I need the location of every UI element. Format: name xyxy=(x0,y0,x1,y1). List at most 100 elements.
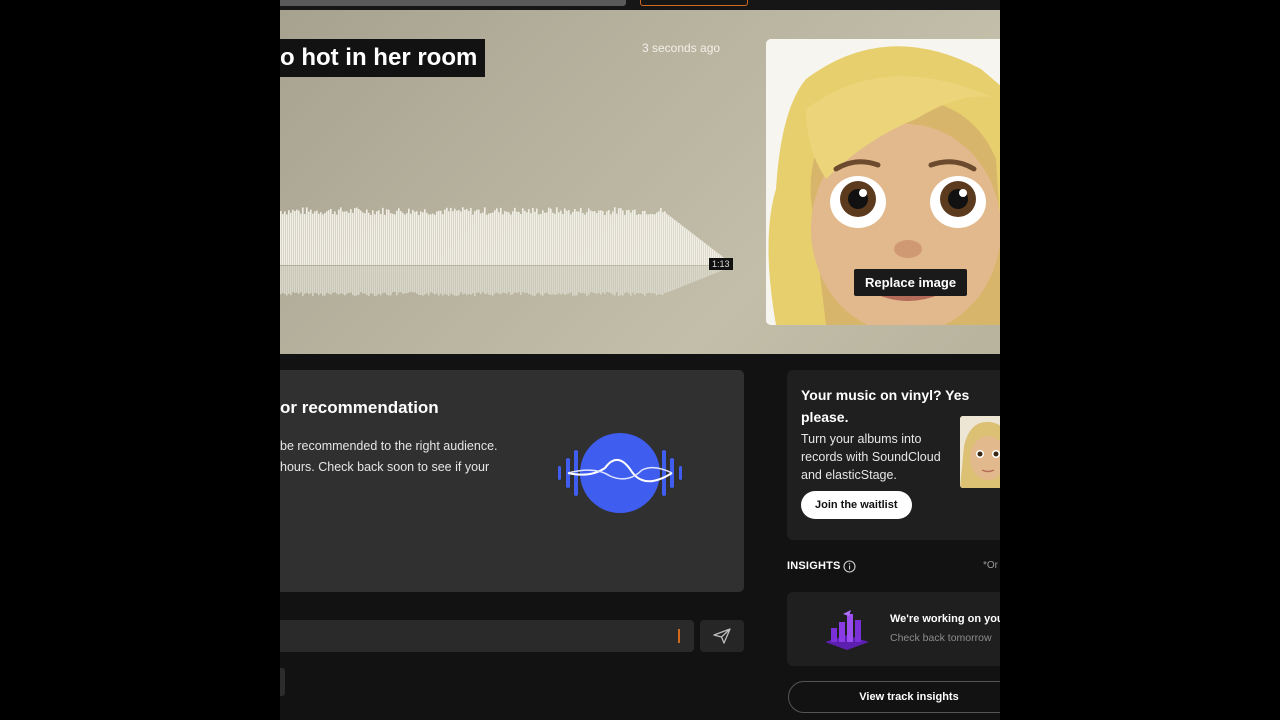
waveform-bar-top xyxy=(286,214,288,265)
waveform-bar-top xyxy=(680,224,682,265)
waveform-bar-top xyxy=(618,208,620,265)
waveform-bar-top xyxy=(466,208,468,265)
woman-face-icon xyxy=(960,416,1000,488)
recommendation-title: or recommendation xyxy=(280,398,439,417)
waveform-bar-top xyxy=(606,211,608,265)
waveform-bar-bottom xyxy=(660,266,662,295)
send-comment-button[interactable] xyxy=(700,620,744,652)
waveform-bar-top xyxy=(550,208,552,265)
waveform-bar-top xyxy=(614,207,616,265)
insights-card: We're working on you Check back tomorrow xyxy=(787,592,1000,666)
waveform-bar-bottom xyxy=(522,266,524,293)
waveform-bar-bottom xyxy=(596,266,598,295)
replace-image-button[interactable]: Replace image xyxy=(854,269,968,296)
waveform-bar-bottom xyxy=(518,266,520,293)
waveform-bar-bottom xyxy=(578,266,580,293)
waveform-bar-bottom xyxy=(566,266,568,295)
waveform-bar-bottom xyxy=(488,266,490,295)
waveform-bar-top xyxy=(470,207,472,265)
waveform-bar-top xyxy=(582,213,584,265)
waveform-bar-top xyxy=(322,214,324,265)
waveform-bar-bottom xyxy=(472,266,474,294)
waveform-bar-top xyxy=(480,213,482,265)
waveform-bar-bottom xyxy=(374,266,376,296)
waveform-bar-top xyxy=(646,214,648,265)
waveform-bar-bottom xyxy=(302,266,304,296)
waveform-bar-bottom xyxy=(516,266,518,293)
waveform-bar-top xyxy=(630,212,632,265)
waveform-bar-bottom xyxy=(378,266,380,294)
info-icon[interactable] xyxy=(843,560,856,573)
view-track-insights-button[interactable]: View track insights xyxy=(788,681,1000,713)
waveform-bar-top xyxy=(418,214,420,265)
waveform-bar-bottom xyxy=(458,266,460,296)
waveform-bar-bottom xyxy=(614,266,616,296)
track-title: o hot in her room xyxy=(280,39,486,77)
waveform-bar-top xyxy=(596,213,598,265)
waveform-bar-top xyxy=(472,214,474,265)
waveform-bar-bottom xyxy=(486,266,488,294)
waveform-bar-bottom xyxy=(428,266,430,296)
waveform-bar-bottom xyxy=(500,266,502,295)
waveform-bar-bottom xyxy=(610,266,612,294)
waveform-bar-bottom xyxy=(580,266,582,294)
waveform-bar-top xyxy=(544,212,546,265)
waveform-bar-bottom xyxy=(446,266,448,295)
waveform-bar-bottom xyxy=(634,266,636,295)
waveform-bar-bottom xyxy=(416,266,418,294)
waveform-bar-top xyxy=(688,230,690,265)
waveform-bar-top xyxy=(394,214,396,265)
waveform-bar-bottom xyxy=(524,266,526,294)
waveform-bar-top xyxy=(300,213,302,265)
waveform-bar-top xyxy=(502,214,504,265)
waveform-bar-top xyxy=(644,210,646,265)
waveform-bar-top xyxy=(368,212,370,265)
waveform-bar-top xyxy=(400,211,402,265)
waveform-bar-bottom xyxy=(642,266,644,295)
side-handle[interactable] xyxy=(280,668,285,696)
waveform-bar-top xyxy=(364,213,366,265)
comment-input[interactable] xyxy=(280,620,694,652)
waveform-bar-top xyxy=(534,211,536,265)
waveform-bar-bottom xyxy=(364,266,366,294)
waveform[interactable] xyxy=(280,205,732,305)
waveform-bar-top xyxy=(462,207,464,265)
waveform-bar-top xyxy=(522,208,524,265)
waveform-bar-top xyxy=(512,211,514,265)
waveform-bar-top xyxy=(344,211,346,265)
waveform-bar-top xyxy=(406,213,408,265)
waveform-bar-bottom xyxy=(442,266,444,296)
waveform-bar-top xyxy=(420,211,422,265)
waveform-bar-bottom xyxy=(296,266,298,293)
waveform-bar-top xyxy=(398,208,400,265)
waveform-bar-bottom xyxy=(564,266,566,295)
waveform-bar-top xyxy=(440,210,442,265)
waveform-bar-bottom xyxy=(450,266,452,294)
waveform-bar-top xyxy=(526,212,528,265)
waveform-bar-bottom xyxy=(696,266,698,281)
waveform-bar-top xyxy=(676,221,678,265)
waveform-bar-top xyxy=(448,211,450,265)
waveform-bar-top xyxy=(378,210,380,265)
waveform-bar-top xyxy=(620,208,622,265)
waveform-bar-top xyxy=(404,214,406,265)
waveform-bar-bottom xyxy=(464,266,466,294)
waveform-bar-bottom xyxy=(290,266,292,296)
waveform-bar-top xyxy=(592,211,594,265)
waveform-bar-bottom xyxy=(476,266,478,293)
nav-upload-segment[interactable] xyxy=(640,0,748,6)
nav-search-segment[interactable] xyxy=(280,0,626,6)
waveform-bar-top xyxy=(496,208,498,265)
waveform-bar-bottom xyxy=(342,266,344,294)
waveform-bar-bottom xyxy=(630,266,632,296)
track-page: o hot in her room 3 seconds ago 1:13 Rep… xyxy=(280,0,1000,720)
waveform-bar-top xyxy=(362,212,364,265)
join-waitlist-button[interactable]: Join the waitlist xyxy=(801,491,912,519)
waveform-bar-top xyxy=(492,212,494,265)
waveform-bar-top xyxy=(540,213,542,265)
waveform-bar-bottom xyxy=(502,266,504,293)
waveform-bar-bottom xyxy=(582,266,584,293)
waveform-bar-bottom xyxy=(452,266,454,295)
waveform-bar-bottom xyxy=(440,266,442,294)
waveform-bar-bottom xyxy=(336,266,338,294)
